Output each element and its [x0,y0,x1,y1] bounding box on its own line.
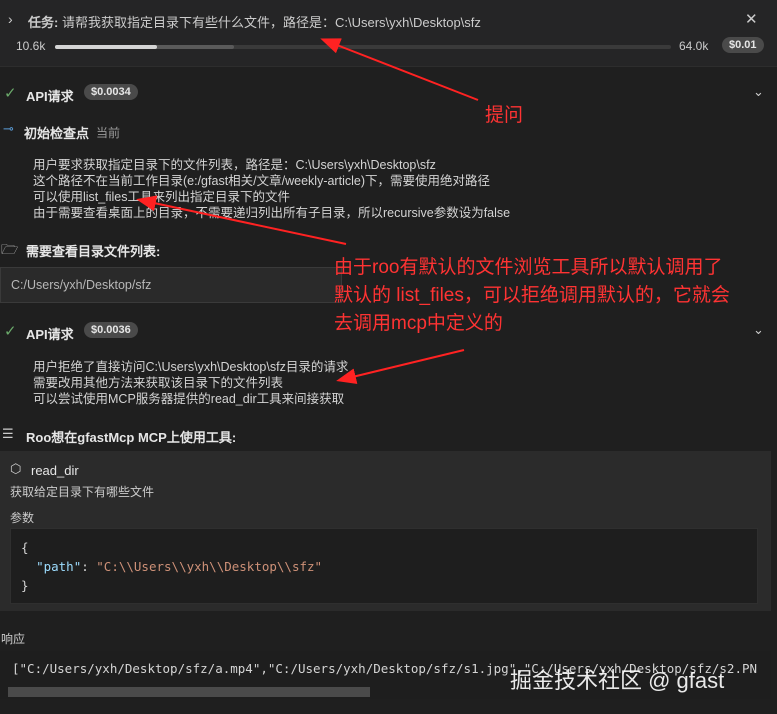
annotation-arrow [336,349,465,385]
annotation-note-explanation: 由于roo有默认的文件浏览工具所以默认调用了 默认的 list_files，可以… [334,254,774,338]
annotation-arrow [320,38,479,101]
annotation-note-question: 提问 [485,105,524,126]
watermark: 掘金技术社区 @ gfast [510,668,725,693]
annotation-line: 默认的 list_files，可以拒绝调用默认的，它就会 [334,285,730,306]
annotation-arrows [136,38,479,385]
annotation-line: 由于roo有默认的文件浏览工具所以默认调用了 [334,257,723,278]
annotation-arrow [136,195,347,245]
annotation-line: 去调用mcp中定义的 [334,313,503,334]
